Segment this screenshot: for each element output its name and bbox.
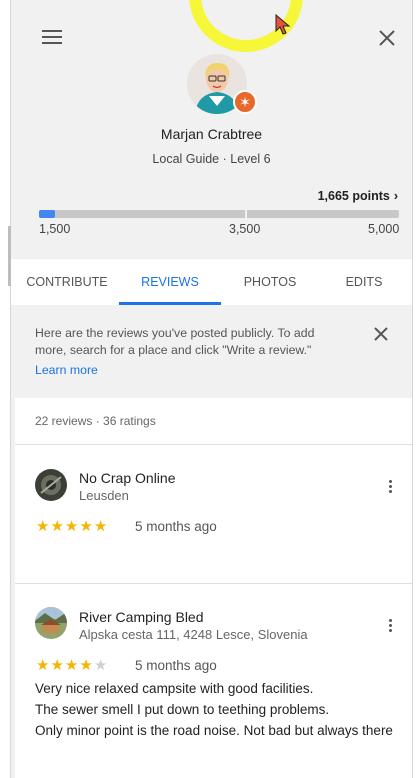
review-card[interactable]: No Crap Online Leusden ★★★★★ 5 months ag… [15,445,412,584]
learn-more-link[interactable]: Learn more [35,363,98,377]
place-address: Alpska cesta 111, 4248 Lesce, Slovenia [79,627,308,642]
place-thumbnail[interactable] [35,607,67,639]
review-time: 5 months ago [135,658,217,673]
progress-divider [245,210,247,218]
more-vert-icon[interactable] [387,619,393,635]
app-panel: ✶ Marjan Crabtree Local Guide · Level 6 … [10,0,413,778]
close-icon[interactable] [377,28,397,48]
star-filled-icon: ★ [50,657,65,674]
review-summary: 22 reviews · 36 ratings [15,398,412,445]
review-card[interactable]: River Camping Bled Alpska cesta 111, 424… [15,584,412,778]
star-filled-icon: ★ [36,518,51,535]
review-time: 5 months ago [135,519,217,534]
tab-bar: CONTRIBUTE REVIEWS PHOTOS EDITS [11,259,412,305]
tab-contribute[interactable]: CONTRIBUTE [15,259,119,305]
tab-reviews[interactable]: REVIEWS [119,259,221,305]
profile-name: Marjan Crabtree [160,126,263,142]
review-text: Very nice relaxed campsite with good fac… [35,681,393,738]
local-guide-star-icon: ✶ [233,90,257,114]
chevron-right-icon: › [393,189,398,203]
scrollbar[interactable] [8,226,11,286]
star-empty-icon: ★ [93,657,109,674]
star-filled-icon: ★ [79,657,94,674]
star-rating: ★★★★★ [36,517,108,535]
star-filled-icon: ★ [50,518,65,535]
tick-label: 3,500 [229,222,261,236]
close-icon[interactable] [373,326,389,342]
guide-level: Local Guide · Level 6 [152,152,271,166]
points-link[interactable]: 1,665 points › [318,189,398,203]
place-thumbnail[interactable] [35,469,67,501]
points-progress-bar [39,210,399,218]
place-address: Leusden [79,488,129,503]
place-name[interactable]: No Crap Online [79,470,176,486]
hamburger-menu-icon[interactable] [42,30,62,46]
progress-fill [39,210,55,218]
notice-text: Here are the reviews you've posted publi… [35,326,315,357]
tab-photos[interactable]: PHOTOS [221,259,319,305]
tick-label: 1,500 [39,222,71,236]
star-filled-icon: ★ [64,518,80,535]
star-filled-icon: ★ [64,657,80,674]
place-name[interactable]: River Camping Bled [79,609,204,625]
mouse-pointer-icon [275,14,291,35]
tab-edits[interactable]: EDITS [319,259,409,305]
star-filled-icon: ★ [36,657,51,674]
star-filled-icon: ★ [93,518,109,535]
points-value: 1,665 points [317,189,390,203]
star-filled-icon: ★ [79,518,94,535]
tick-label: 5,000 [368,222,400,236]
more-vert-icon[interactable] [387,480,393,496]
review-count: 22 reviews · 36 ratings [35,414,156,428]
info-notice: Here are the reviews you've posted publi… [11,305,412,398]
star-rating: ★★★★★ [36,656,108,674]
